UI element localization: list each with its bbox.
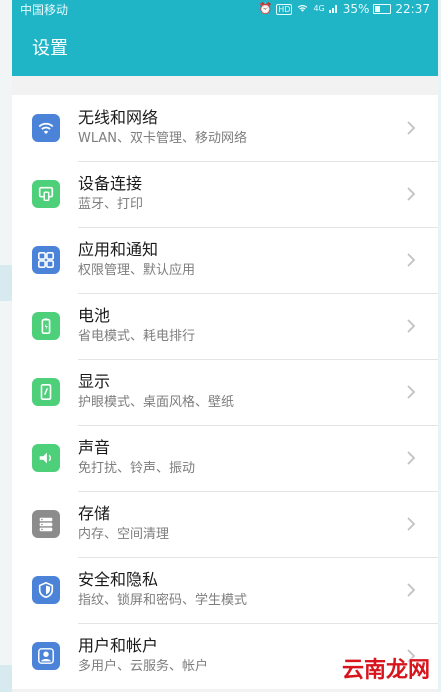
- storage-icon: [32, 510, 60, 538]
- wifi-status-icon: [296, 3, 309, 16]
- settings-item-3[interactable]: 电池省电模式、耗电排行: [12, 293, 438, 360]
- settings-list: 无线和网络 WLAN、双卡管理、移动网络设备连接蓝牙、打印应用和通知权限管理、默认…: [12, 95, 438, 689]
- header-gap: [12, 76, 438, 94]
- shield-icon: [32, 576, 60, 604]
- chevron-right-icon: [406, 516, 416, 532]
- settings-item-text: 电池省电模式、耗电排行: [78, 293, 438, 360]
- settings-item-4[interactable]: 显示护眼模式、桌面风格、壁纸: [12, 359, 438, 426]
- settings-item-text: 安全和隐私指纹、锁屏和密码、学生模式: [78, 557, 438, 624]
- settings-item-label: 安全和隐私: [78, 569, 159, 589]
- settings-item-subtitle: 免打扰、铃声、振动: [78, 460, 196, 476]
- hd-badge: HD: [276, 3, 293, 15]
- chevron-right-icon: [406, 318, 416, 334]
- settings-item-label: 电池: [78, 305, 111, 325]
- page-title: 设置: [32, 38, 68, 59]
- watermark-logo: 云南龙网: [341, 658, 430, 683]
- chevron-right-icon: [406, 384, 416, 400]
- battery-icon: [32, 312, 60, 340]
- status-bar: 中国移动 ⏰ HD 4G 35% 22:37: [12, 0, 438, 18]
- settings-item-text: 应用和通知权限管理、默认应用: [78, 227, 438, 294]
- settings-item-2[interactable]: 应用和通知权限管理、默认应用: [12, 227, 438, 294]
- signal-bars-icon: [328, 3, 339, 16]
- settings-item-text: 声音免打扰、铃声、振动: [78, 425, 438, 492]
- settings-item-6[interactable]: 存储 内存、空间清理: [12, 491, 438, 558]
- display-icon: [32, 378, 60, 406]
- speaker-icon: [32, 444, 60, 472]
- battery-status-icon: [373, 4, 392, 14]
- apps-grid-icon: [32, 246, 60, 274]
- settings-item-label: 应用和通知: [78, 239, 159, 259]
- settings-item-0[interactable]: 无线和网络 WLAN、双卡管理、移动网络: [12, 95, 438, 162]
- settings-item-subtitle: 内存、空间清理: [78, 526, 170, 542]
- settings-item-label: 声音: [78, 437, 111, 457]
- chevron-right-icon: [406, 582, 416, 598]
- settings-item-subtitle: 护眼模式、桌面风格、壁纸: [78, 394, 235, 410]
- settings-item-subtitle: 权限管理、默认应用: [78, 262, 196, 278]
- phone-screen: 中国移动 ⏰ HD 4G 35% 22:37 设置 无线和网络 WLAN、双卡管理…: [12, 0, 438, 692]
- settings-item-text: 无线和网络 WLAN、双卡管理、移动网络: [78, 95, 438, 162]
- chevron-right-icon: [406, 252, 416, 268]
- background-left-strip: [0, 0, 12, 692]
- settings-item-subtitle: 省电模式、耗电排行: [78, 328, 196, 344]
- settings-item-subtitle: 蓝牙、打印: [78, 196, 144, 212]
- network-type: 4G: [313, 4, 325, 13]
- settings-item-7[interactable]: 安全和隐私指纹、锁屏和密码、学生模式: [12, 557, 438, 624]
- settings-item-5[interactable]: 声音免打扰、铃声、振动: [12, 425, 438, 492]
- wifi-icon: [32, 114, 60, 142]
- settings-item-1[interactable]: 设备连接 蓝牙、打印: [12, 161, 438, 228]
- chevron-right-icon: [406, 120, 416, 136]
- background-block: [0, 265, 12, 301]
- settings-item-label: 设备连接: [78, 173, 143, 193]
- settings-item-text: 设备连接 蓝牙、打印: [78, 161, 438, 228]
- title-bar: 设置: [12, 18, 438, 76]
- settings-item-text: 存储 内存、空间清理: [78, 491, 438, 558]
- device-connect-icon: [32, 180, 60, 208]
- alarm-icon: ⏰: [258, 2, 273, 15]
- settings-item-subtitle: WLAN、双卡管理、移动网络: [78, 130, 248, 146]
- app-header: 中国移动 ⏰ HD 4G 35% 22:37 设置: [12, 0, 438, 76]
- settings-item-text: 显示护眼模式、桌面风格、壁纸: [78, 359, 438, 426]
- status-icons: ⏰ HD 4G 35% 22:37: [259, 2, 430, 16]
- clock-time: 22:37: [395, 2, 430, 16]
- settings-item-label: 存储: [78, 503, 111, 523]
- settings-item-label: 无线和网络: [78, 107, 159, 127]
- settings-item-subtitle: 指纹、锁屏和密码、学生模式: [78, 592, 248, 608]
- settings-item-label: 显示: [78, 371, 111, 391]
- chevron-right-icon: [406, 186, 416, 202]
- battery-percent: 35%: [342, 2, 370, 16]
- chevron-right-icon: [406, 450, 416, 466]
- user-icon: [32, 642, 60, 670]
- background-block: [0, 665, 12, 692]
- carrier-name: 中国移动: [20, 2, 69, 17]
